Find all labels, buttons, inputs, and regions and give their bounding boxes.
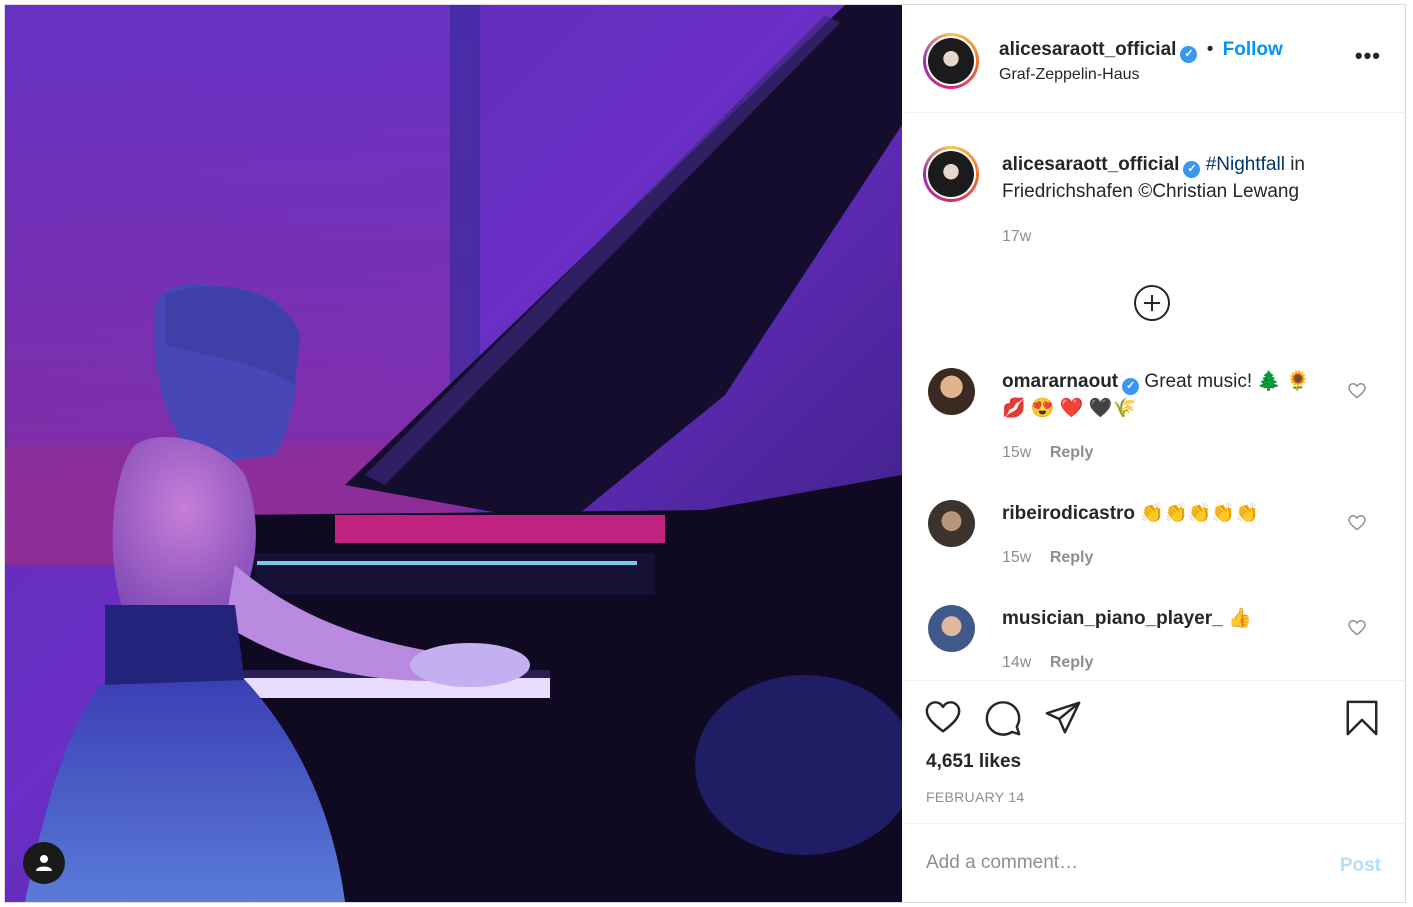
load-more-comments-icon[interactable]	[1134, 285, 1170, 321]
person-icon	[36, 855, 52, 871]
post-modal: alicesaraott_official ✓ • Follow Graf-Zep…	[4, 4, 1406, 903]
comment-input[interactable]	[926, 852, 1306, 874]
post-photo[interactable]	[5, 5, 902, 902]
comment-timestamp[interactable]: 15w	[1002, 444, 1031, 461]
verified-badge-icon: ✓	[1180, 46, 1198, 63]
hashtag-link[interactable]: #Nightfall	[1206, 154, 1285, 175]
commenter-username[interactable]: omararnaout	[1002, 371, 1118, 392]
caption-avatar[interactable]	[923, 146, 979, 202]
separator-dot: •	[1206, 39, 1214, 60]
like-heart-icon[interactable]	[924, 699, 962, 737]
location-link[interactable]: Graf-Zeppelin-Haus	[999, 66, 1140, 84]
reply-button[interactable]: Reply	[1050, 549, 1094, 566]
caption-text: alicesaraott_official ✓ #Nightfall in Fri…	[1002, 151, 1372, 205]
comment-body: 👍	[1228, 608, 1252, 629]
pianist-photo	[5, 5, 902, 902]
comment-meta: 14w Reply	[1002, 654, 1093, 672]
comment-timestamp[interactable]: 15w	[1002, 549, 1031, 566]
post-side-panel: alicesaraott_official ✓ • Follow Graf-Zep…	[902, 5, 1405, 902]
comments-list[interactable]: alicesaraott_official ✓ #Nightfall in Fri…	[902, 114, 1405, 680]
commenter-avatar[interactable]	[928, 605, 975, 652]
verified-badge-icon: ✓	[1122, 378, 1140, 395]
comment-meta: 15w Reply	[1002, 549, 1093, 567]
post-comment-button[interactable]: Post	[1340, 855, 1381, 877]
share-paper-plane-icon[interactable]	[1044, 699, 1082, 737]
commenter-avatar[interactable]	[928, 368, 975, 415]
post-date[interactable]: FEBRUARY 14	[926, 789, 1025, 805]
comment-text: musician_piano_player_ 👍	[1002, 605, 1332, 632]
like-count[interactable]: 4,651 likes	[926, 751, 1021, 773]
caption-username[interactable]: alicesaraott_official	[1002, 154, 1179, 175]
caption-timestamp[interactable]: 17w	[1002, 228, 1031, 246]
comment-timestamp[interactable]: 14w	[1002, 654, 1031, 671]
more-options-icon[interactable]: •••	[1355, 45, 1381, 67]
commenter-username[interactable]: musician_piano_player_	[1002, 608, 1223, 629]
commenter-avatar[interactable]	[928, 500, 975, 547]
like-comment-heart-icon[interactable]	[1348, 515, 1366, 531]
reply-button[interactable]: Reply	[1050, 444, 1094, 461]
save-bookmark-icon[interactable]	[1344, 699, 1380, 737]
tagged-users-button[interactable]	[23, 842, 65, 884]
commenter-username[interactable]: ribeirodicastro	[1002, 503, 1135, 524]
like-comment-heart-icon[interactable]	[1348, 620, 1366, 636]
reply-button[interactable]: Reply	[1050, 654, 1094, 671]
comment-body: 👏👏👏👏👏	[1140, 503, 1259, 524]
post-header: alicesaraott_official ✓ • Follow Graf-Zep…	[902, 5, 1405, 113]
author-username[interactable]: alicesaraott_official	[999, 39, 1176, 60]
comment-text: omararnaout ✓ Great music! 🌲 🌻 💋 😍 ❤️ 🖤🌾	[1002, 368, 1332, 422]
like-comment-heart-icon[interactable]	[1348, 383, 1366, 399]
add-comment-bar: Post	[902, 823, 1405, 902]
comment-meta: 15w Reply	[1002, 444, 1093, 462]
comment-bubble-icon[interactable]	[984, 699, 1022, 737]
follow-button[interactable]: Follow	[1223, 39, 1283, 60]
header-title-row: alicesaraott_official ✓ • Follow	[999, 39, 1283, 63]
comment-text: ribeirodicastro 👏👏👏👏👏	[1002, 500, 1332, 527]
verified-badge-icon: ✓	[1183, 161, 1201, 178]
author-avatar[interactable]	[923, 33, 979, 89]
post-actions: 4,651 likes FEBRUARY 14	[902, 680, 1405, 823]
